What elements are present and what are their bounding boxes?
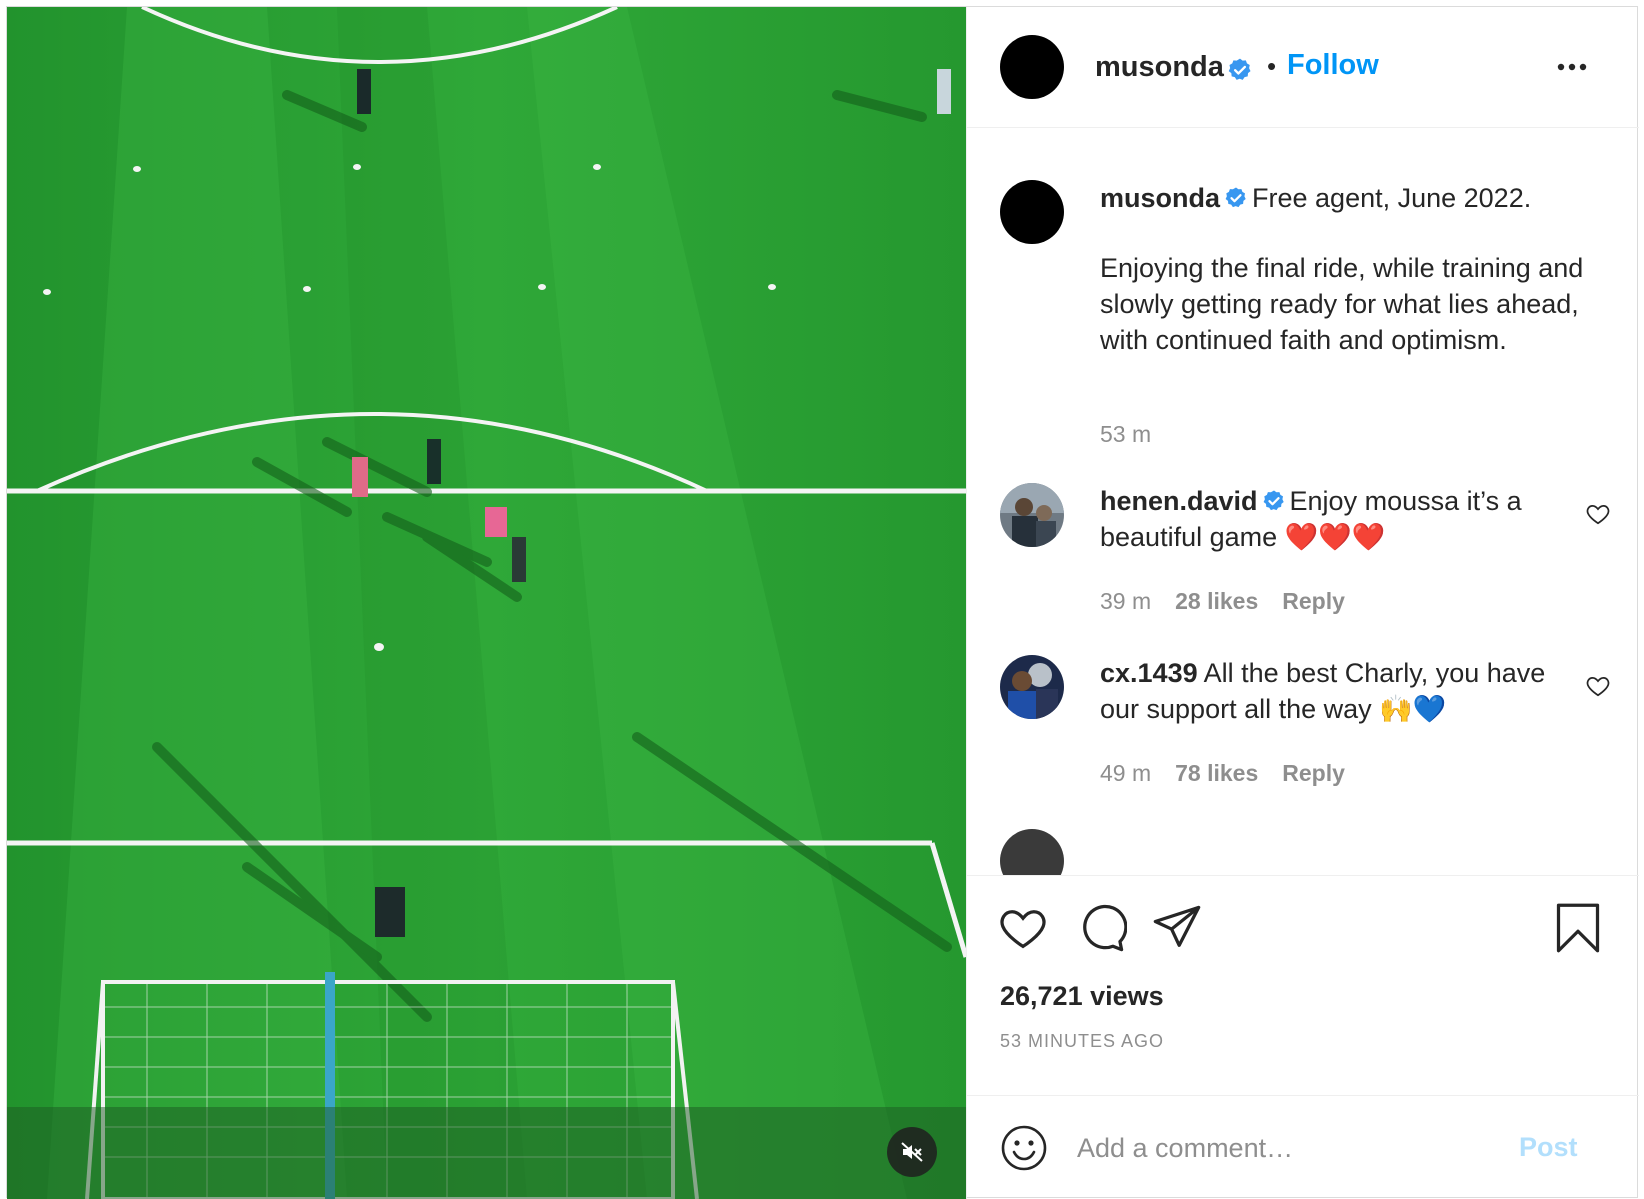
avatar-photo xyxy=(1000,655,1064,719)
commenter-username[interactable]: henen.david xyxy=(1100,486,1258,516)
comment-text: henen.david Enjoy moussa it’s a beautifu… xyxy=(1100,483,1570,555)
verified-badge-icon xyxy=(1263,490,1284,510)
add-comment-bar: Post xyxy=(967,1095,1639,1199)
emoji-icon[interactable] xyxy=(1000,1124,1048,1172)
avatar-photo xyxy=(1000,483,1064,547)
comments-list[interactable]: musonda Free agent, June 2022. Enjoying … xyxy=(967,129,1639,875)
comment-meta: 49 m 78 likes Reply xyxy=(1100,760,1369,787)
comment-input[interactable] xyxy=(1077,1122,1497,1174)
heart-icon[interactable] xyxy=(997,902,1049,954)
caption-headline: Free agent, June 2022. xyxy=(1252,183,1532,213)
post-timestamp[interactable]: 53 MINUTES AGO xyxy=(1000,1031,1164,1052)
comment-timestamp[interactable]: 39 m xyxy=(1100,588,1151,614)
more-options-button[interactable] xyxy=(1552,47,1592,87)
bookmark-icon[interactable] xyxy=(1552,902,1604,954)
comment-icon[interactable] xyxy=(1075,902,1127,954)
commenter-avatar[interactable] xyxy=(1000,483,1064,547)
reply-button[interactable]: Reply xyxy=(1282,760,1345,786)
comment-item: cx.1439 All the best Charly, you have ou… xyxy=(967,655,1639,825)
mute-toggle-button[interactable] xyxy=(887,1127,937,1177)
comment-timestamp[interactable]: 49 m xyxy=(1100,760,1151,786)
follow-button[interactable]: Follow xyxy=(1287,49,1379,82)
author-username[interactable]: musonda xyxy=(1095,51,1224,84)
verified-badge-icon xyxy=(1225,187,1246,207)
comment-meta: 39 m 28 likes Reply xyxy=(1100,588,1369,615)
header-separator: • xyxy=(1267,51,1277,81)
like-comment-heart-icon[interactable] xyxy=(1585,501,1611,527)
view-count[interactable]: 26,721 views xyxy=(1000,981,1164,1012)
caption-body: Enjoying the final ride, while training … xyxy=(1100,253,1584,355)
paper-plane-icon[interactable] xyxy=(1151,902,1203,954)
commenter-avatar[interactable] xyxy=(1000,655,1064,719)
caption-username[interactable]: musonda xyxy=(1100,183,1220,213)
commenter-avatar[interactable] xyxy=(1000,829,1064,875)
post-side-panel: musonda • Follow musonda Free agent, Jun… xyxy=(966,7,1639,1199)
post-video[interactable] xyxy=(7,7,966,1199)
comment-likes[interactable]: 28 likes xyxy=(1175,588,1258,614)
comment-text: cx.1439 All the best Charly, you have ou… xyxy=(1100,655,1570,727)
post-comment-button[interactable]: Post xyxy=(1519,1132,1578,1163)
like-comment-heart-icon[interactable] xyxy=(1585,673,1611,699)
comment-item: henen.david Enjoy moussa it’s a beautifu… xyxy=(967,483,1639,653)
post-caption: musonda Free agent, June 2022. Enjoying … xyxy=(1100,180,1590,358)
football-pitch-video-frame xyxy=(7,7,966,1199)
post-actions: 26,721 views 53 MINUTES AGO xyxy=(967,875,1639,1095)
verified-badge-icon xyxy=(1228,58,1251,80)
muted-speaker-icon xyxy=(901,1142,923,1162)
more-horizontal-icon xyxy=(1557,63,1587,71)
author-avatar[interactable] xyxy=(1000,35,1064,99)
commenter-username[interactable]: cx.1439 xyxy=(1100,658,1198,688)
post-frame: musonda • Follow musonda Free agent, Jun… xyxy=(6,6,1639,1199)
post-header: musonda • Follow xyxy=(967,7,1639,128)
caption-timestamp[interactable]: 53 m xyxy=(1100,421,1151,448)
caption-author-avatar[interactable] xyxy=(1000,180,1064,244)
reply-button[interactable]: Reply xyxy=(1282,588,1345,614)
comment-likes[interactable]: 78 likes xyxy=(1175,760,1258,786)
